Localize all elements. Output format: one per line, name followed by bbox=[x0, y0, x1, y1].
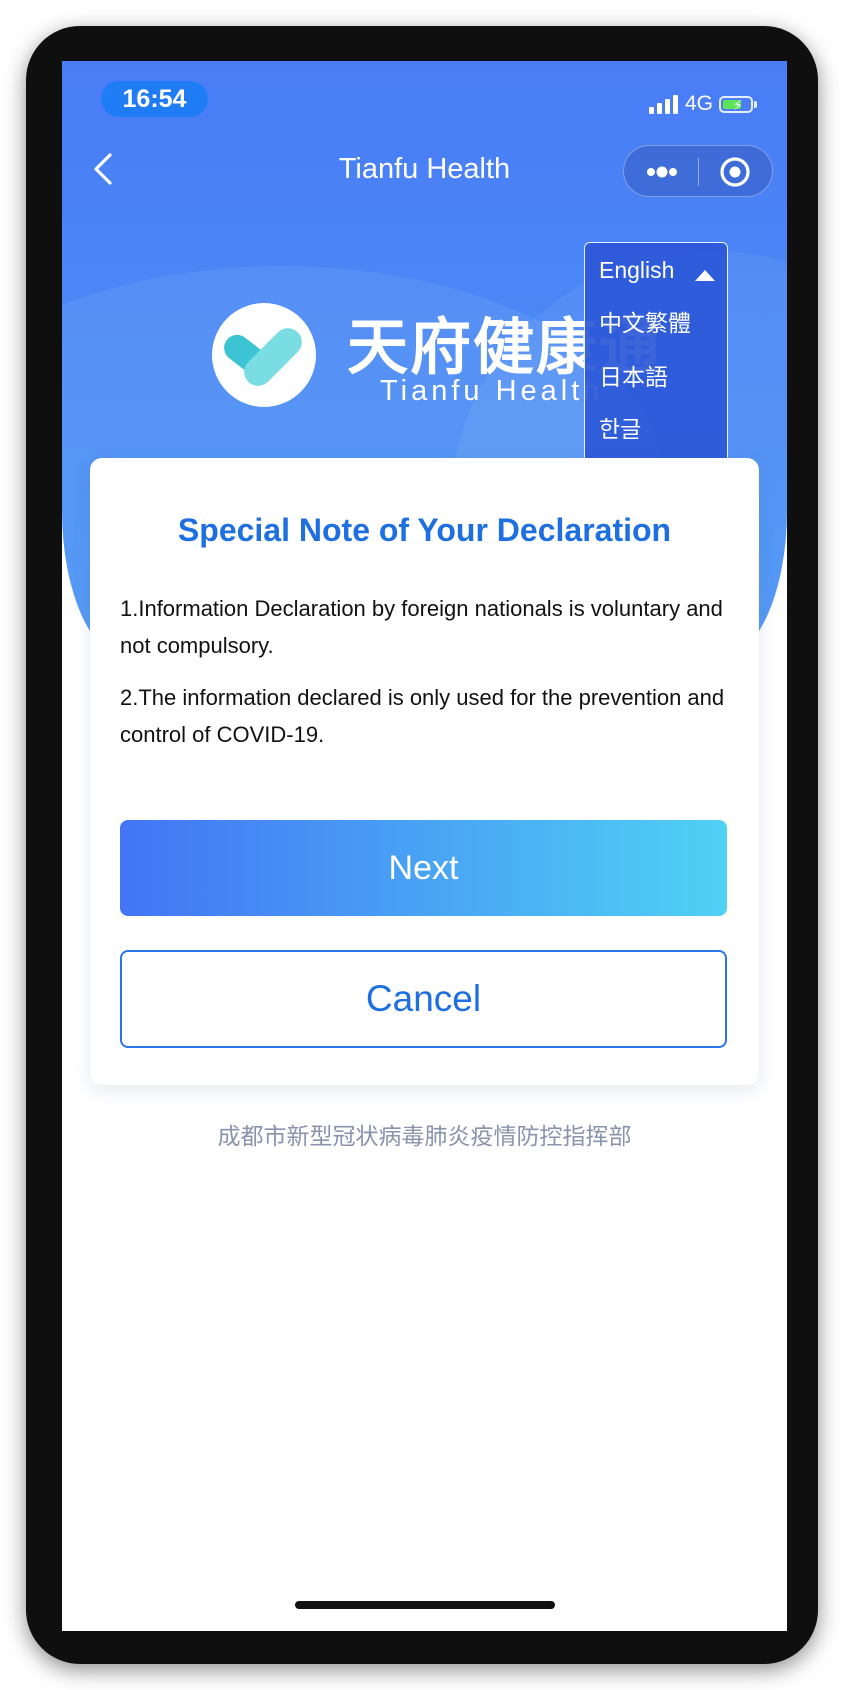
status-time: 16:54 bbox=[101, 81, 208, 117]
language-option-japanese[interactable]: 日本語 bbox=[599, 362, 668, 392]
cancel-button[interactable]: Cancel bbox=[120, 950, 727, 1048]
note-item: 2.The information declared is only used … bbox=[120, 685, 725, 747]
close-target-icon[interactable] bbox=[699, 146, 773, 198]
status-indicators: 4G ⚡ bbox=[648, 92, 757, 116]
more-icon[interactable] bbox=[624, 146, 698, 198]
language-dropdown[interactable]: English 中文繁體 日本語 한글 bbox=[584, 242, 728, 472]
battery-icon: ⚡ bbox=[719, 95, 753, 113]
brand-name-english: Tianfu Health bbox=[380, 375, 604, 407]
note-item: 1.Information Declaration by foreign nat… bbox=[120, 596, 723, 658]
footer-organization: 成都市新型冠状病毒肺炎疫情防控指挥部 bbox=[217, 1124, 632, 1150]
app-screen: 16:54 4G ⚡ Tianfu Health 天府健康通 Tianfu He… bbox=[62, 61, 787, 1631]
declaration-card: Special Note of Your Declaration 1.Infor… bbox=[90, 458, 759, 1085]
next-button[interactable]: Next bbox=[120, 820, 727, 916]
card-title: Special Note of Your Declaration bbox=[177, 512, 672, 548]
signal-icon bbox=[648, 94, 678, 114]
language-selected[interactable]: English bbox=[599, 255, 674, 285]
language-option-korean[interactable]: 한글 bbox=[599, 414, 641, 444]
caret-up-icon[interactable] bbox=[695, 270, 715, 281]
battery-tip bbox=[754, 100, 757, 108]
tianfu-health-logo bbox=[212, 303, 316, 407]
language-option-traditional-chinese[interactable]: 中文繁體 bbox=[599, 308, 691, 338]
phone-frame: 16:54 4G ⚡ Tianfu Health 天府健康通 Tianfu He… bbox=[26, 26, 818, 1664]
mini-program-capsule bbox=[623, 145, 773, 197]
network-type: 4G bbox=[684, 92, 713, 115]
home-indicator[interactable] bbox=[295, 1601, 555, 1609]
